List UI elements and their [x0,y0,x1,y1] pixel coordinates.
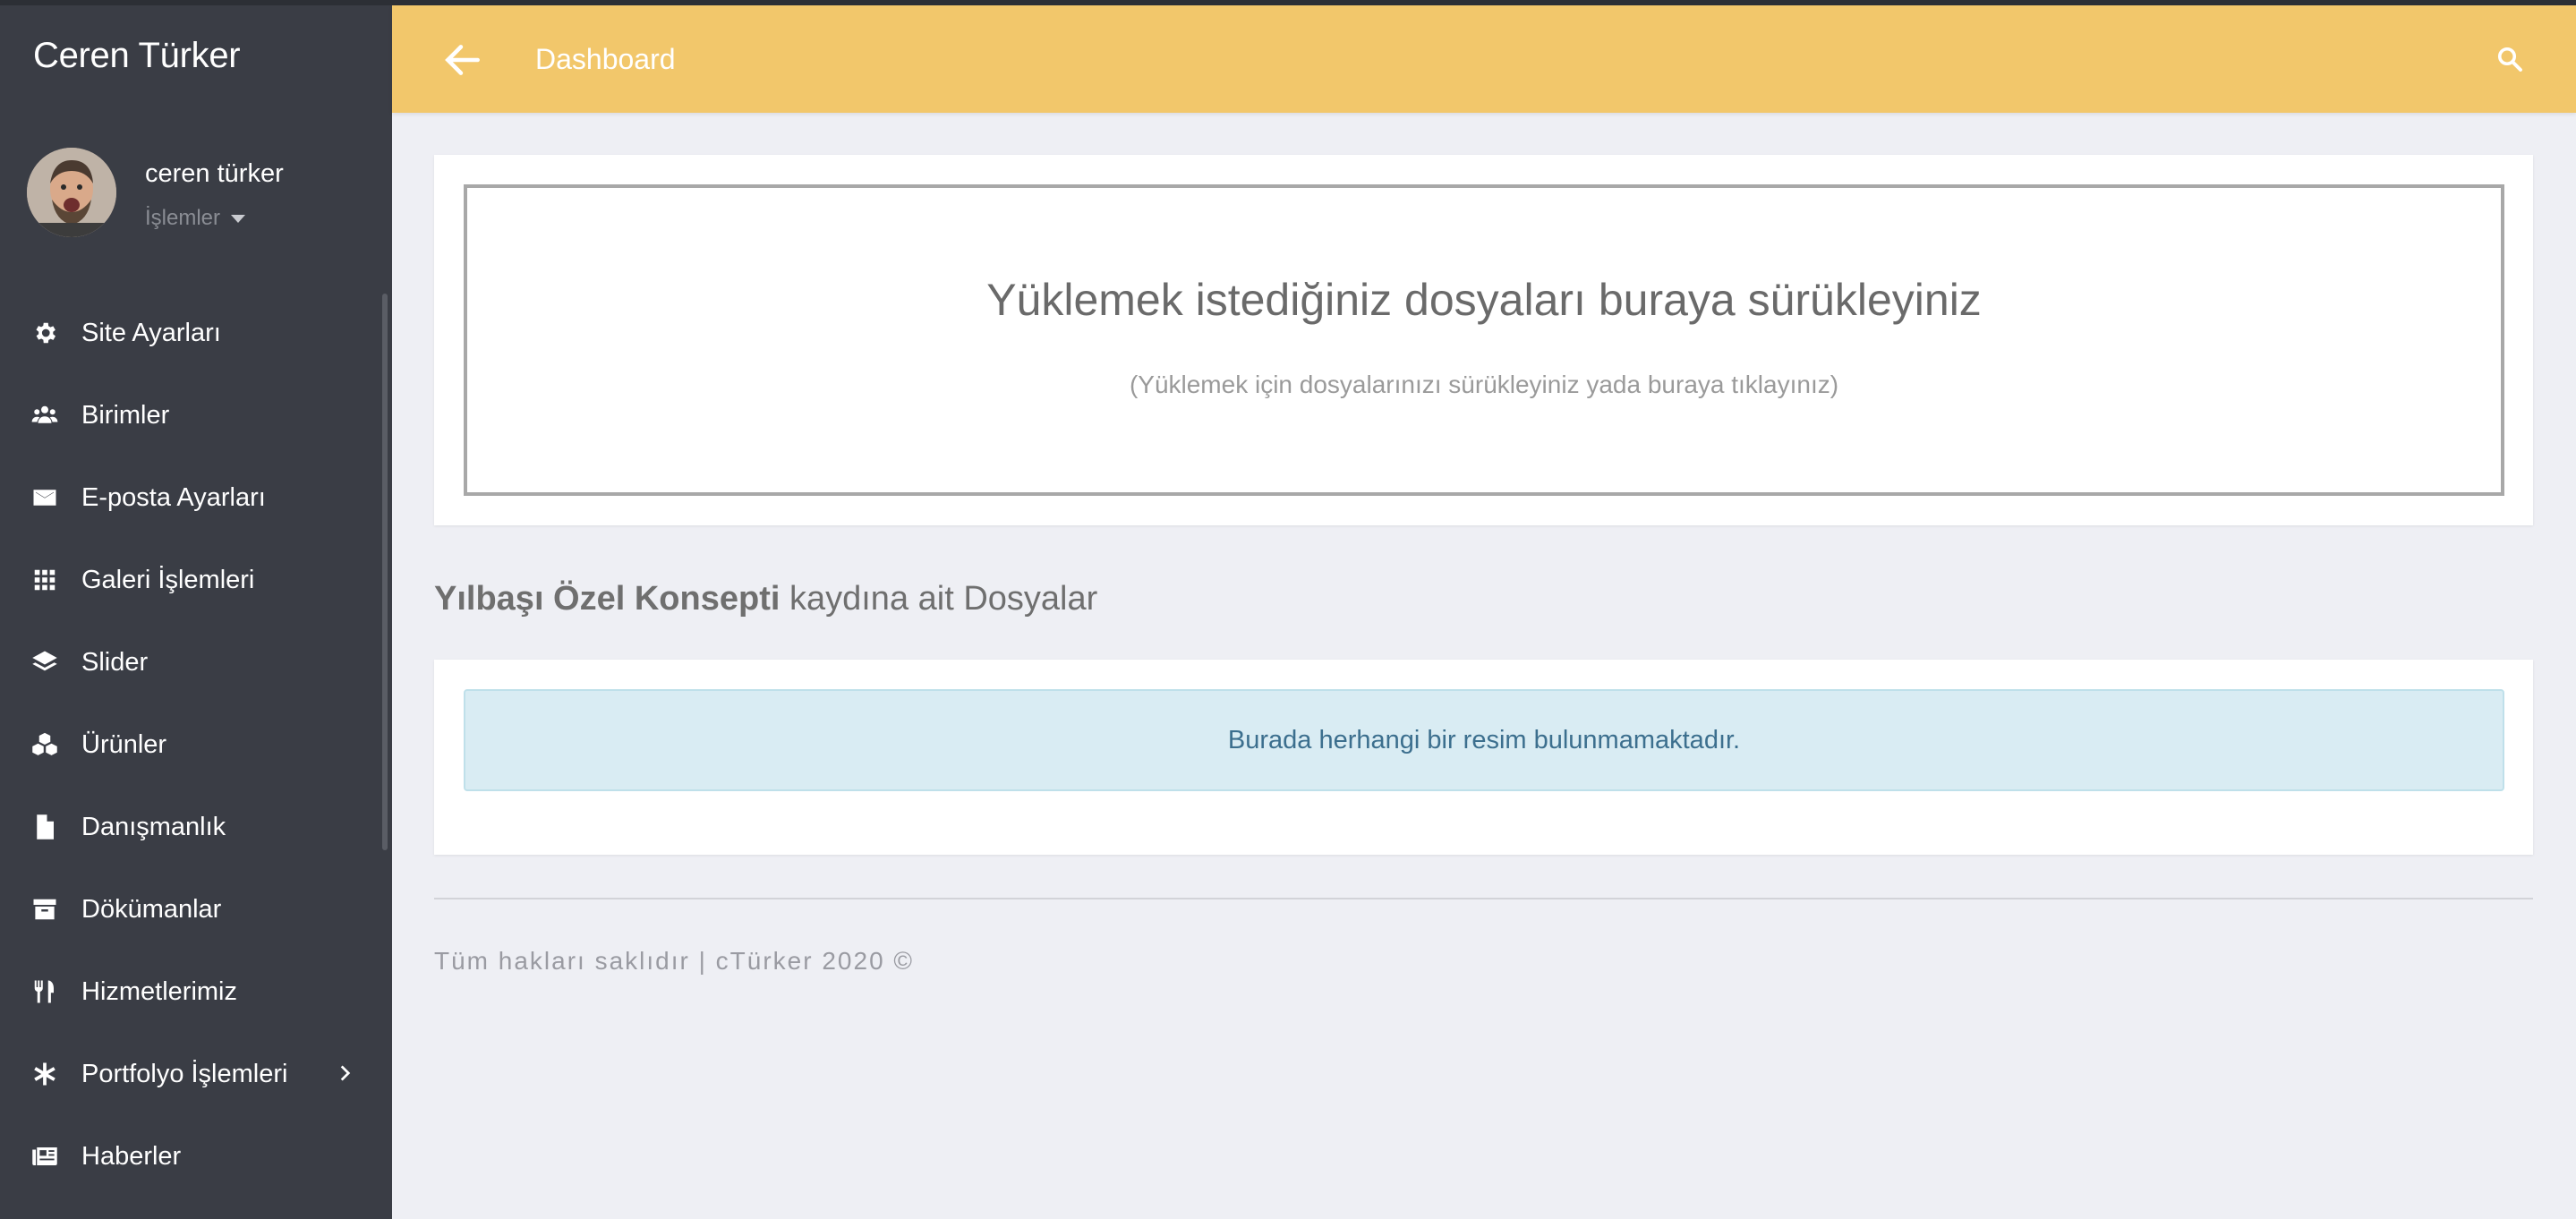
sidebar-item-label: Dökümanlar [81,894,222,924]
layers-icon [30,648,59,677]
cubes-icon [30,730,59,759]
alert-text: Burada herhangi bir resim bulunmamaktadı… [1227,725,1741,754]
brand-title[interactable]: Ceren Türker [33,36,241,76]
sidebar-item-hizmetlerimiz[interactable]: Hizmetlerimiz [0,950,376,1033]
top-edge-bar [0,0,2576,5]
sidebar-item-portfolyo-islemleri[interactable]: Portfolyo İşlemleri [0,1033,376,1115]
user-name: ceren türker [145,159,284,188]
grid-icon [30,566,59,594]
caret-down-icon [231,214,246,223]
section-title-rest: kaydına ait Dosyalar [789,580,1098,618]
top-header: Dashboard [392,5,2576,113]
users-icon [30,401,59,430]
footer-copyright: Tüm hakları saklıdır | cTürker 2020 © [434,947,915,975]
avatar[interactable] [27,148,116,237]
asterisk-icon [30,1060,59,1088]
sidebar-item-danismanlik[interactable]: Danışmanlık [0,786,376,868]
dropzone-title: Yüklemek istediğiniz dosyaları buraya sü… [986,275,1982,325]
sidebar-item-urunler[interactable]: Ürünler [0,703,376,786]
sidebar: Ceren Türker ceren türker İşlemler Site … [0,0,392,1219]
section-title-record: Yılbaşı Özel Konsepti [434,580,780,618]
newspaper-icon [30,1142,59,1171]
search-icon[interactable] [2494,43,2526,75]
footer-divider [434,898,2533,899]
sidebar-item-e-posta-ayarlari[interactable]: E-posta Ayarları [0,456,376,539]
utensils-icon [30,977,59,1006]
file-icon [30,813,59,841]
empty-files-alert: Burada herhangi bir resim bulunmamaktadı… [464,689,2504,791]
sidebar-item-label: E-posta Ayarları [81,482,266,512]
sidebar-item-birimler[interactable]: Birimler [0,374,376,456]
archive-icon [30,895,59,924]
sidebar-item-label: Birimler [81,400,170,430]
sidebar-menu: Site Ayarları Birimler E-posta Ayarları … [0,292,376,1198]
sidebar-item-label: Site Ayarları [81,318,221,347]
sidebar-item-label: Portfolyo İşlemleri [81,1059,288,1088]
sidebar-item-slider[interactable]: Slider [0,621,376,703]
user-actions-dropdown[interactable]: İşlemler [145,206,246,231]
chevron-right-icon [340,1065,351,1081]
sidebar-item-dokumanlar[interactable]: Dökümanlar [0,868,376,950]
sidebar-item-haberler[interactable]: Haberler [0,1115,376,1198]
section-title: Yılbaşı Özel Konsepti kaydına ait Dosyal… [434,580,1097,618]
sidebar-item-label: Galeri İşlemleri [81,565,255,594]
user-actions-label: İşlemler [145,206,221,230]
file-dropzone[interactable]: Yüklemek istediğiniz dosyaları buraya sü… [464,184,2504,496]
sidebar-item-label: Ürünler [81,729,167,759]
gear-icon [30,319,59,347]
sidebar-item-galeri-islemleri[interactable]: Galeri İşlemleri [0,539,376,621]
dropzone-subtitle: (Yüklemek için dosyalarınızı sürükleyini… [1129,371,1839,398]
arrow-left-icon[interactable] [440,38,485,82]
sidebar-item-site-ayarlari[interactable]: Site Ayarları [0,292,376,374]
sidebar-item-label: Hizmetlerimiz [81,976,237,1006]
sidebar-item-label: Slider [81,647,149,677]
envelope-icon [30,483,59,512]
sidebar-item-label: Danışmanlık [81,812,226,841]
sidebar-scrollbar[interactable] [382,294,388,850]
page-title: Dashboard [535,43,676,75]
sidebar-item-label: Haberler [81,1141,182,1171]
